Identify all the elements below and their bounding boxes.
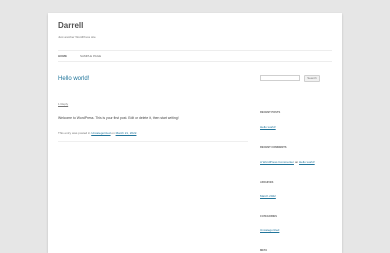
widget-title-recent-posts: Recent Posts [260, 111, 281, 114]
category-widget-link[interactable]: Uncategorized [260, 228, 279, 232]
meta-prefix: This entry was posted in [58, 131, 91, 135]
widget-title-recent-comments: Recent Comments [260, 146, 287, 149]
widget-title-meta: Meta [260, 249, 268, 252]
recent-post-link[interactable]: Hello world! [260, 125, 276, 129]
meta-suffix: . [136, 131, 138, 135]
reply-link[interactable]: 1 Reply [58, 102, 68, 106]
widget-title-categories: Categories [260, 215, 277, 218]
comment-author-link[interactable]: A WordPress Commenter [260, 160, 294, 164]
search-button[interactable]: Search [304, 75, 320, 82]
post-body: Welcome to WordPress. This is your first… [58, 116, 179, 120]
meta-on: on [111, 131, 115, 135]
site-page: Darrell Just another WordPress site Home… [48, 13, 342, 253]
post-divider [58, 141, 248, 142]
date-link[interactable]: March 21, 2022 [116, 131, 137, 135]
comment-post-link[interactable]: Hello world! [299, 160, 315, 164]
nav-item-sample-page[interactable]: Sample Page [80, 54, 101, 58]
post-title[interactable]: Hello world! [58, 76, 89, 82]
comment-on: on [294, 160, 299, 164]
widget-title-archives: Archives [260, 181, 274, 184]
category-link[interactable]: Uncategorized [91, 131, 110, 135]
main-navigation: Home Sample Page [58, 50, 332, 62]
recent-comment: A WordPress Commenter on Hello world! [260, 160, 315, 164]
archive-link[interactable]: March 2022 [260, 194, 276, 198]
post-meta: This entry was posted in Uncategorized o… [58, 131, 137, 135]
nav-item-home[interactable]: Home [58, 54, 67, 58]
site-description: Just another WordPress site [58, 35, 96, 39]
site-title[interactable]: Darrell [58, 21, 83, 30]
search-input[interactable] [260, 75, 300, 81]
